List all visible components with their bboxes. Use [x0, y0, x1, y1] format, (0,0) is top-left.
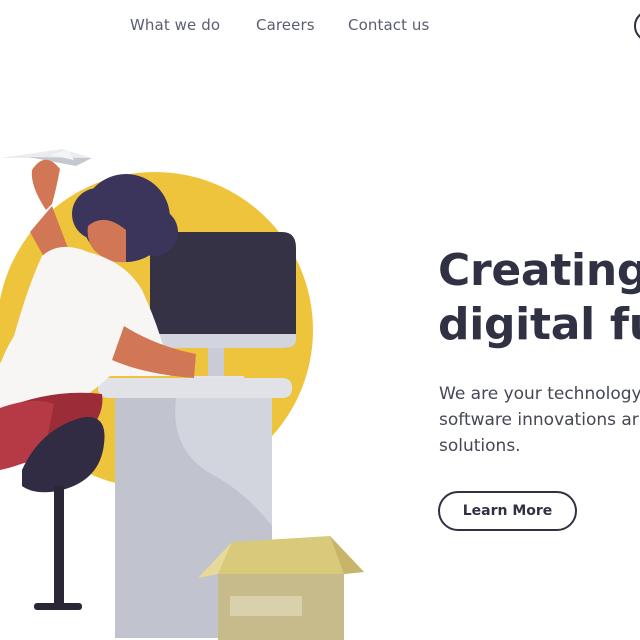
nav-link-contact-us[interactable]: Contact us: [348, 16, 429, 34]
hero-illustration: [0, 149, 364, 640]
nav-link-what-we-do[interactable]: What we do: [130, 16, 220, 34]
page: What we do Careers Contact us Creating d…: [0, 0, 640, 640]
hero-description-line-3: solutions.: [439, 436, 521, 456]
hero-description: We are your technology software innovati…: [439, 381, 640, 459]
hero-title-line-2: digital fu: [438, 299, 640, 350]
learn-more-button[interactable]: Learn More: [438, 491, 577, 531]
top-nav: What we do Careers Contact us: [0, 16, 640, 40]
hero-description-line-1: We are your technology: [439, 384, 640, 404]
hero-title-line-1: Creating: [438, 245, 640, 296]
nav-link-careers[interactable]: Careers: [256, 16, 315, 34]
hero-description-line-2: software innovations ar: [439, 410, 639, 430]
hero-title: Creating digital fu: [438, 244, 640, 352]
